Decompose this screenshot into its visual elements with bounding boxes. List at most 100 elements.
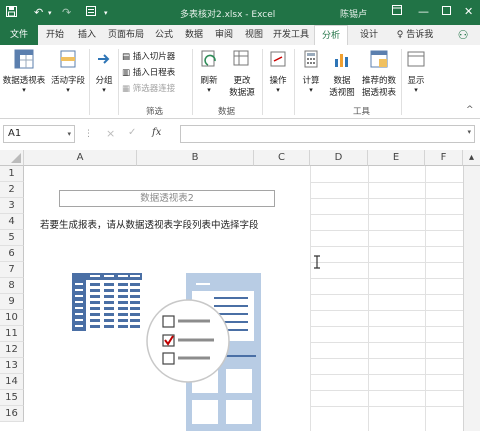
name-box[interactable]: A1 ▾ xyxy=(3,125,75,143)
customize-qat-icon[interactable]: ▾ xyxy=(104,9,108,17)
column-header[interactable]: F xyxy=(425,150,463,166)
pivottable-button[interactable]: 数据透视表 ▾ xyxy=(2,49,46,94)
pivottable-label: 数据透视表 xyxy=(2,76,46,86)
show-button[interactable]: 显示 ▾ xyxy=(404,49,428,94)
tab-developer[interactable]: 开发工具 xyxy=(270,25,312,45)
tab-design[interactable]: 设计 xyxy=(352,25,386,45)
gridline xyxy=(368,166,369,431)
gridline xyxy=(310,390,480,391)
pivotchart-button[interactable]: 数据 透视图 xyxy=(327,49,357,98)
change-source-label-1: 更改 xyxy=(233,76,251,86)
insert-timeline-label: 插入日程表 xyxy=(132,68,176,78)
save-icon[interactable] xyxy=(6,6,17,20)
row-header[interactable]: 9 xyxy=(0,294,24,310)
collapse-ribbon-icon[interactable]: ^ xyxy=(466,105,474,115)
filter-connections-button[interactable]: ▦ 筛选器连接 xyxy=(122,83,175,95)
column-header[interactable]: D xyxy=(310,150,368,166)
calculations-button[interactable]: 计算 ▾ xyxy=(297,49,325,94)
enter-icon[interactable]: ✓ xyxy=(128,127,136,138)
undo-dropdown-icon[interactable]: ▾ xyxy=(48,9,52,17)
text-cursor-icon xyxy=(314,255,320,269)
refresh-button[interactable]: 刷新 ▾ xyxy=(195,49,223,94)
row-header[interactable]: 12 xyxy=(0,342,24,358)
refresh-label: 刷新 xyxy=(200,76,218,86)
select-all-corner[interactable] xyxy=(0,150,24,166)
row-header[interactable]: 15 xyxy=(0,390,24,406)
cancel-icon[interactable]: × xyxy=(106,127,115,140)
active-field-icon xyxy=(48,49,88,72)
ribbon-options-icon[interactable] xyxy=(392,5,402,18)
ribbon-tabs: 文件 开始 插入 页面布局 公式 数据 审阅 视图 开发工具 分析 设计 ♀ 告… xyxy=(0,25,480,45)
row-header[interactable]: 1 xyxy=(0,166,24,182)
column-header[interactable]: C xyxy=(254,150,310,166)
title-bar: ↶ ▾ ↷ ▾ 多表核对2.xlsx - Excel 陈锡卢 — ✕ xyxy=(0,0,480,25)
row-header[interactable]: 16 xyxy=(0,406,24,422)
formula-bar: A1 ▾ ⋮ × ✓ fx ▾ xyxy=(0,122,480,146)
change-source-label-2: 数据源 xyxy=(229,88,255,98)
maximize-icon[interactable] xyxy=(442,5,451,18)
gridline xyxy=(310,358,480,359)
row-header[interactable]: 4 xyxy=(0,214,24,230)
group-button[interactable]: 分组 ▾ xyxy=(91,49,117,94)
active-field-button[interactable]: 活动字段 ▾ xyxy=(48,49,88,94)
tab-file[interactable]: 文件 xyxy=(0,25,38,45)
gridline xyxy=(310,182,480,183)
tell-me[interactable]: ♀ 告诉我 xyxy=(392,25,438,45)
actions-label: 操作 xyxy=(269,76,287,86)
gridline xyxy=(310,310,480,311)
tab-home[interactable]: 开始 xyxy=(40,25,70,45)
column-header[interactable]: E xyxy=(368,150,425,166)
tab-view[interactable]: 视图 xyxy=(240,25,268,45)
change-source-button[interactable]: 更改 数据源 xyxy=(225,49,259,98)
slicer-icon: ▤ xyxy=(122,52,131,62)
form-icon[interactable] xyxy=(86,6,96,19)
calculator-icon xyxy=(297,49,325,72)
recommended-pivottables-button[interactable]: 推荐的数 据透视表 xyxy=(358,49,400,98)
insert-timeline-button[interactable]: ▥ 插入日程表 xyxy=(122,67,175,79)
undo-icon[interactable]: ↶ xyxy=(34,6,43,19)
name-box-dropdown-icon[interactable]: ▾ xyxy=(67,126,71,142)
row-header[interactable]: 8 xyxy=(0,278,24,294)
formula-bar-grip-icon: ⋮ xyxy=(84,129,93,139)
vertical-scrollbar[interactable] xyxy=(463,166,480,431)
recommended-pivottables-icon xyxy=(358,49,400,72)
refresh-dropdown-icon: ▾ xyxy=(207,86,211,94)
user-name[interactable]: 陈锡卢 xyxy=(340,7,367,20)
actions-button[interactable]: 操作 ▾ xyxy=(264,49,292,94)
expand-formula-icon[interactable]: ▾ xyxy=(467,128,471,136)
row-header[interactable]: 11 xyxy=(0,326,24,342)
account-icon[interactable]: ⚇ xyxy=(452,25,474,45)
tab-formulas[interactable]: 公式 xyxy=(150,25,178,45)
scroll-up-arrow-icon[interactable]: ▴ xyxy=(463,150,480,166)
group-arrow-icon xyxy=(91,49,117,72)
column-header[interactable]: B xyxy=(137,150,254,166)
gridline xyxy=(310,294,480,295)
row-header[interactable]: 14 xyxy=(0,374,24,390)
ribbon-analyze: 数据透视表 ▾ 活动字段 ▾ 分组 ▾ ▤ 插入切片器 ▥ 插入日程表 ▦ 筛选… xyxy=(0,45,480,119)
row-header[interactable]: 2 xyxy=(0,182,24,198)
show-dropdown-icon: ▾ xyxy=(414,86,418,94)
redo-icon[interactable]: ↷ xyxy=(62,6,71,19)
row-header[interactable]: 3 xyxy=(0,198,24,214)
row-header[interactable]: 10 xyxy=(0,310,24,326)
insert-function-icon[interactable]: fx xyxy=(152,127,161,138)
gridline xyxy=(310,214,480,215)
close-icon[interactable]: ✕ xyxy=(464,5,473,18)
minimize-icon[interactable]: — xyxy=(418,5,429,18)
lightbulb-icon: ♀ xyxy=(396,30,404,40)
row-header[interactable]: 5 xyxy=(0,230,24,246)
tab-page-layout[interactable]: 页面布局 xyxy=(104,25,148,45)
row-header[interactable]: 7 xyxy=(0,262,24,278)
tab-insert[interactable]: 插入 xyxy=(72,25,102,45)
tab-data[interactable]: 数据 xyxy=(180,25,208,45)
column-header[interactable]: A xyxy=(24,150,137,166)
document-title: 多表核对2.xlsx - Excel xyxy=(180,10,276,20)
formula-input[interactable]: ▾ xyxy=(180,125,475,143)
tab-analyze[interactable]: 分析 xyxy=(314,25,348,45)
insert-slicer-button[interactable]: ▤ 插入切片器 xyxy=(122,51,175,63)
row-header[interactable]: 6 xyxy=(0,246,24,262)
row-header[interactable]: 13 xyxy=(0,358,24,374)
active-field-dropdown-icon: ▾ xyxy=(66,86,70,94)
gridline xyxy=(425,166,426,431)
tab-review[interactable]: 审阅 xyxy=(210,25,238,45)
